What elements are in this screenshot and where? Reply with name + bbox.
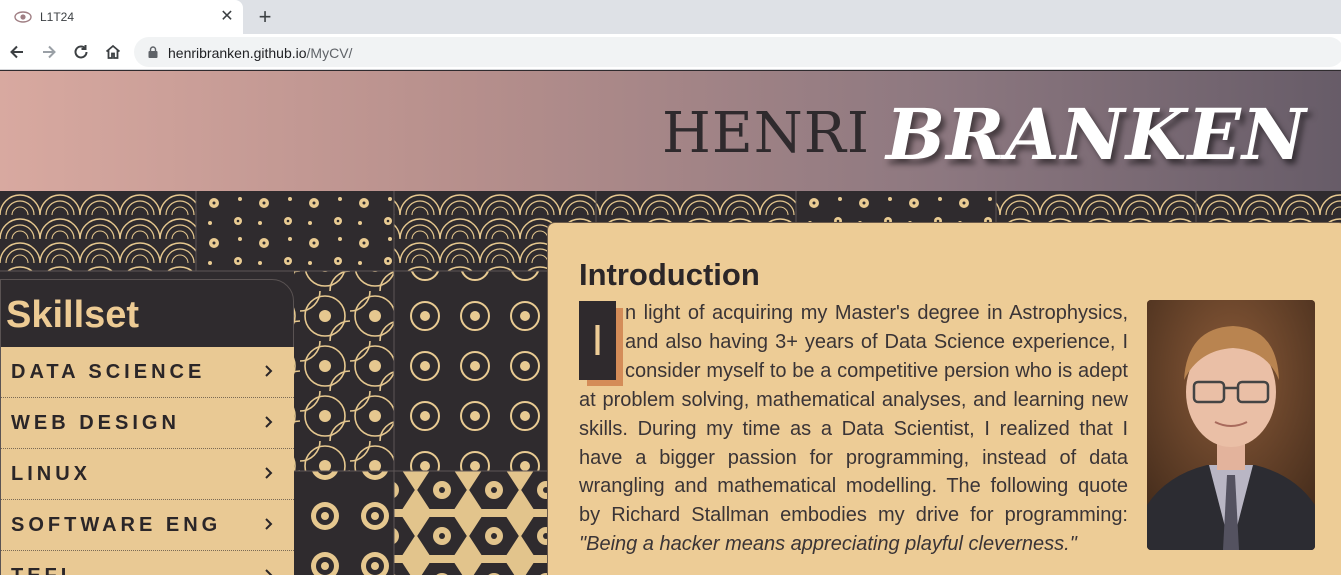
- chevron-right-icon: [265, 416, 273, 428]
- back-button[interactable]: [5, 40, 29, 64]
- introduction-card: Introduction I n light of acquiring my M…: [547, 222, 1341, 575]
- header-first-name: HENRI: [662, 101, 870, 166]
- skill-label: WEB DESIGN: [11, 412, 180, 434]
- header-banner: HENRI BRANKEN: [0, 71, 1341, 191]
- browser-toolbar: henribranken.github.io/MyCV/: [0, 34, 1341, 70]
- introduction-title: Introduction: [579, 257, 760, 292]
- skillset-panel: Skillset DATA SCIENCE WEB DESIGN LINUX S…: [0, 279, 294, 575]
- arrow-left-icon: [10, 45, 23, 59]
- new-tab-icon[interactable]: +: [254, 6, 276, 28]
- skill-item-software-eng[interactable]: SOFTWARE ENG: [1, 500, 294, 551]
- tab-title: L1T24: [40, 10, 75, 24]
- reload-button[interactable]: [69, 40, 93, 64]
- forward-button[interactable]: [37, 40, 61, 64]
- browser-tab[interactable]: L1T24 ✕: [0, 0, 243, 34]
- close-tab-icon[interactable]: ✕: [218, 8, 236, 26]
- home-icon: [105, 44, 121, 59]
- header-last-name: BRANKEN: [886, 93, 1307, 176]
- profile-photo-image: [1147, 300, 1315, 550]
- address-bar[interactable]: henribranken.github.io/MyCV/: [134, 37, 1341, 67]
- lock-icon: [148, 46, 158, 58]
- chevron-right-icon: [265, 467, 273, 479]
- skill-label: LINUX: [11, 463, 91, 485]
- introduction-text: n light of acquiring my Master's degree …: [579, 299, 1128, 559]
- profile-photo: [1147, 300, 1315, 550]
- url-path: /MyCV/: [306, 45, 353, 61]
- home-button[interactable]: [101, 40, 125, 64]
- skill-label: TEFL: [11, 565, 77, 575]
- web-page: HENRI BRANKEN Skillset DATA SCIENCE WEB …: [0, 71, 1341, 575]
- skill-label: DATA SCIENCE: [11, 361, 206, 383]
- skill-item-tefl[interactable]: TEFL: [1, 551, 294, 575]
- skill-item-web-design[interactable]: WEB DESIGN: [1, 398, 294, 449]
- dropcap-spacer: [579, 299, 625, 383]
- stallman-quote: "Being a hacker means appreciating playf…: [579, 533, 1077, 556]
- chevron-right-icon: [265, 365, 273, 377]
- url-text: henribranken.github.io/MyCV/: [168, 45, 352, 61]
- skill-item-data-science[interactable]: DATA SCIENCE: [1, 347, 294, 398]
- skillset-title: Skillset: [6, 294, 140, 336]
- chevron-right-icon: [265, 518, 273, 530]
- url-host: henribranken.github.io: [168, 45, 307, 61]
- chevron-right-icon: [265, 569, 273, 575]
- reload-icon: [74, 45, 88, 59]
- tab-strip: L1T24 ✕ +: [0, 0, 1341, 34]
- skill-item-linux[interactable]: LINUX: [1, 449, 294, 500]
- eye-favicon-icon: [14, 11, 32, 23]
- skill-label: SOFTWARE ENG: [11, 514, 222, 536]
- arrow-right-icon: [43, 45, 56, 59]
- introduction-body: n light of acquiring my Master's degree …: [579, 302, 1128, 527]
